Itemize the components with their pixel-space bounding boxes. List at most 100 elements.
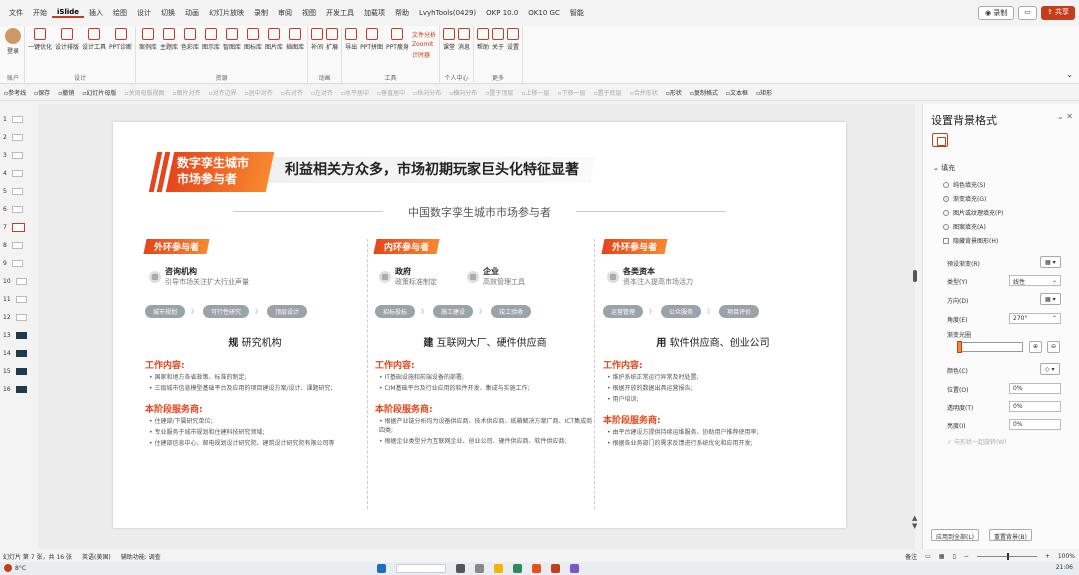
menu-1[interactable]: 开始 <box>28 8 52 18</box>
start-icon[interactable] <box>377 564 386 573</box>
menu-7[interactable]: 动画 <box>180 8 204 18</box>
ribbon-button-5-1[interactable]: 消息 <box>457 28 470 51</box>
preset-gradient-dropdown[interactable]: ▦ ▾ <box>1040 256 1061 268</box>
edge-icon[interactable] <box>513 564 522 573</box>
type-select[interactable]: 线性 ⌄ <box>1009 275 1061 286</box>
menu-5[interactable]: 设计 <box>132 8 156 18</box>
apply-to-all-button[interactable]: 应用到全部(L) <box>931 529 980 541</box>
ribbon-button-2-1[interactable]: 主题库 <box>160 28 178 51</box>
slide-thumbnail-9[interactable]: 9 <box>0 254 34 272</box>
ribbon-button-2-4[interactable]: 智图库 <box>223 28 241 51</box>
ribbon-button-2-0[interactable]: 案例库 <box>139 28 157 51</box>
fill-option-4[interactable]: 隐藏背景图形(H) <box>943 236 998 245</box>
rotate-with-shape-checkbox[interactable]: ✓ 与形状一起旋转(W) <box>947 437 1007 446</box>
close-icon[interactable]: ⌄ ✕ <box>1057 112 1073 121</box>
remove-stop-button[interactable]: ⊖ <box>1047 341 1061 353</box>
app-icon[interactable] <box>532 564 541 573</box>
slide-thumbnail-11[interactable]: 11 <box>0 290 34 308</box>
toolbar-item-3[interactable]: ▫幻灯片母版 <box>82 88 116 97</box>
angle-input[interactable]: 270° ⌃ <box>1009 313 1061 324</box>
fill-option-1[interactable]: 渐变填充(G) <box>943 194 986 203</box>
normal-view-icon[interactable]: ▭ <box>925 553 931 560</box>
ribbon-button-4-2[interactable]: PPT瘦身 <box>386 28 409 51</box>
app-icon[interactable] <box>570 564 579 573</box>
ribbon-button-6-0[interactable]: 帮助 <box>476 28 489 51</box>
powerpoint-icon[interactable] <box>551 564 560 573</box>
slide-thumbnail-13[interactable]: 13 <box>0 326 34 344</box>
menu-8[interactable]: 幻灯片放映 <box>204 8 249 18</box>
ribbon-button-3-1[interactable]: 扩展 <box>326 28 338 51</box>
ribbon-button-0-0[interactable]: 登录 <box>5 28 21 55</box>
slide-thumbnail-15[interactable]: 15 <box>0 362 34 380</box>
menu-9[interactable]: 录制 <box>249 8 273 18</box>
fill-option-3[interactable]: 图案填充(A) <box>943 222 986 231</box>
toolbar-item-1[interactable]: ▫保存 <box>34 88 50 97</box>
menu-0[interactable]: 文件 <box>4 8 28 18</box>
menu-4[interactable]: 绘图 <box>108 8 132 18</box>
ribbon-button-5-0[interactable]: 课堂 <box>442 28 455 51</box>
accessibility-status[interactable]: 辅助功能: 调查 <box>121 552 161 561</box>
reset-background-button[interactable]: 重置背景(B) <box>989 529 1032 541</box>
zoom-level[interactable]: 100% <box>1058 553 1075 560</box>
direction-dropdown[interactable]: ▦ ▾ <box>1040 293 1061 305</box>
clock[interactable]: 21:06 <box>1056 564 1073 571</box>
slide-thumbnail-8[interactable]: 8 <box>0 236 34 254</box>
toolbar-item-0[interactable]: ▫参考线 <box>4 88 26 97</box>
brightness-input[interactable]: 0% <box>1009 419 1061 430</box>
toolbar-item-20[interactable]: ▫复制格式 <box>690 88 718 97</box>
sorter-view-icon[interactable]: ▦ <box>939 553 945 560</box>
zoom-out-icon[interactable]: − <box>964 553 969 560</box>
gradient-stop-handle[interactable] <box>957 341 962 353</box>
file-explorer-icon[interactable] <box>494 564 503 573</box>
menu-14[interactable]: 帮助 <box>390 8 414 18</box>
ribbon-button-6-2[interactable]: 设置 <box>507 28 519 51</box>
ribbon-button-1-3[interactable]: PPT诊断 <box>109 28 132 51</box>
ribbon-button-4-1[interactable]: PPT拼图 <box>360 28 383 51</box>
ribbon-button-2-5[interactable]: 图标库 <box>244 28 262 51</box>
menu-10[interactable]: 审阅 <box>273 8 297 18</box>
language-indicator[interactable]: 英语(美国) <box>82 552 111 561</box>
toolbar-item-22[interactable]: ▫矩形 <box>756 88 772 97</box>
slide-thumbnail-6[interactable]: 6 <box>0 200 34 218</box>
slide[interactable]: 数字孪生城市 市场参与者 利益相关方众多，市场初期玩家巨头化特征显著 中国数字孪生… <box>113 122 846 528</box>
ribbon-button-2-7[interactable]: 插图库 <box>286 28 304 51</box>
ribbon-sub-item-2[interactable]: 计时器 <box>412 50 436 59</box>
menu-17[interactable]: OK10 GC <box>523 9 565 17</box>
ribbon-sub-item-1[interactable]: ZoomIt <box>412 41 436 48</box>
menu-16[interactable]: OKP 10.0 <box>481 9 523 17</box>
task-view-icon[interactable] <box>456 564 465 573</box>
slide-thumbnail-16[interactable]: 16 <box>0 380 34 398</box>
reading-view-icon[interactable]: ▯ <box>952 553 955 560</box>
menu-11[interactable]: 视图 <box>297 8 321 18</box>
position-input[interactable]: 0% <box>1009 383 1061 394</box>
comment-icon[interactable]: ▭ <box>1018 6 1037 20</box>
ribbon-button-1-1[interactable]: 设计排版 <box>55 28 79 51</box>
notes-button[interactable]: 备注 <box>905 552 917 561</box>
share-button[interactable]: ⇪ 共享 <box>1040 6 1075 20</box>
slide-thumbnail-4[interactable]: 4 <box>0 164 34 182</box>
toolbar-item-2[interactable]: ▫撤销 <box>58 88 74 97</box>
menu-15[interactable]: LvyhTools(0429) <box>414 9 481 17</box>
toolbar-item-21[interactable]: ▫文本框 <box>726 88 748 97</box>
record-button[interactable]: ◉ 录制 <box>977 6 1015 20</box>
vertical-scrollbar[interactable] <box>913 270 917 282</box>
search-box[interactable] <box>396 564 446 573</box>
fill-option-0[interactable]: 纯色填充(S) <box>943 180 986 189</box>
slide-thumbnail-1[interactable]: 1 <box>0 110 34 128</box>
slide-thumbnail-10[interactable]: 10 <box>0 272 34 290</box>
menu-3[interactable]: 插入 <box>84 8 108 18</box>
transparency-input[interactable]: 0% <box>1009 401 1061 412</box>
toolbar-item-19[interactable]: ▫形状 <box>666 88 682 97</box>
fill-section-header[interactable]: ⌄ 填充 <box>933 163 955 173</box>
widgets-icon[interactable] <box>475 564 484 573</box>
add-stop-button[interactable]: ⊕ <box>1029 341 1043 353</box>
gradient-stops-slider[interactable] <box>957 341 1023 353</box>
ribbon-button-6-1[interactable]: 关于 <box>492 28 504 51</box>
ribbon-button-2-2[interactable]: 色彩库 <box>181 28 199 51</box>
menu-12[interactable]: 开发工具 <box>321 8 359 18</box>
fill-bucket-icon[interactable] <box>932 133 948 147</box>
ribbon-sub-item-0[interactable]: 文件分析 <box>412 30 436 39</box>
ribbon-button-1-2[interactable]: 设计工具 <box>82 28 106 51</box>
slide-thumbnail-5[interactable]: 5 <box>0 182 34 200</box>
menu-13[interactable]: 加载项 <box>359 8 390 18</box>
